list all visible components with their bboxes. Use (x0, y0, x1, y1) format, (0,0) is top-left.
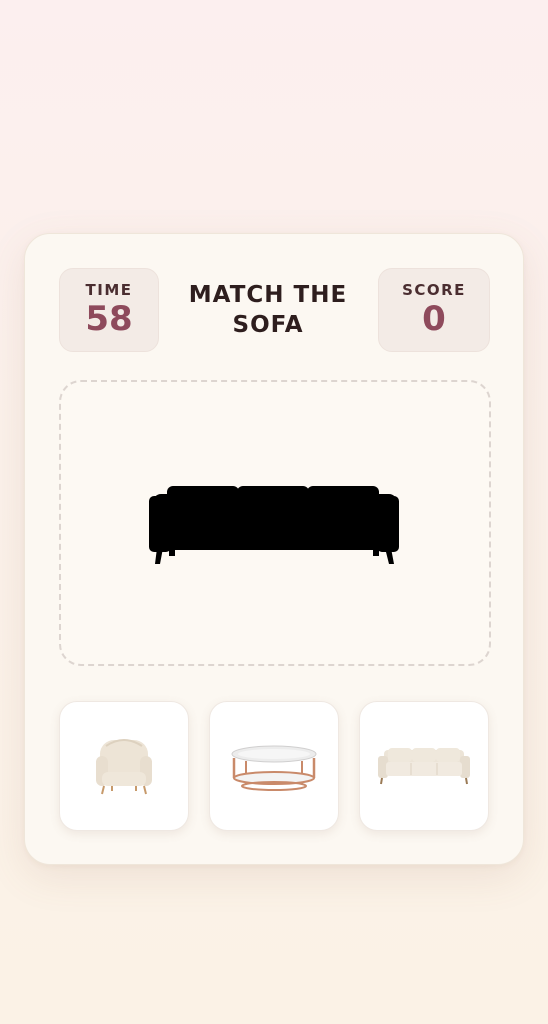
sofa-silhouette (149, 486, 399, 564)
drop-target-area[interactable] (59, 380, 491, 666)
score-panel: SCORE 0 (378, 268, 490, 352)
option-armchair[interactable] (59, 701, 189, 831)
sofa-icon (378, 748, 470, 785)
game-title: MATCH THE SOFA (188, 282, 348, 338)
time-panel: TIME 58 (59, 268, 159, 352)
option-coffee-table[interactable] (209, 701, 339, 831)
score-value: 0 (422, 299, 446, 339)
time-label: TIME (85, 281, 133, 299)
armchair-icon (96, 739, 152, 795)
game-card: TIME 58 MATCH THE SOFA SCORE 0 (24, 233, 524, 865)
time-value: 58 (85, 299, 133, 339)
option-sofa[interactable] (359, 701, 489, 831)
score-label: SCORE (402, 281, 466, 299)
coffee-table-icon (231, 745, 317, 791)
